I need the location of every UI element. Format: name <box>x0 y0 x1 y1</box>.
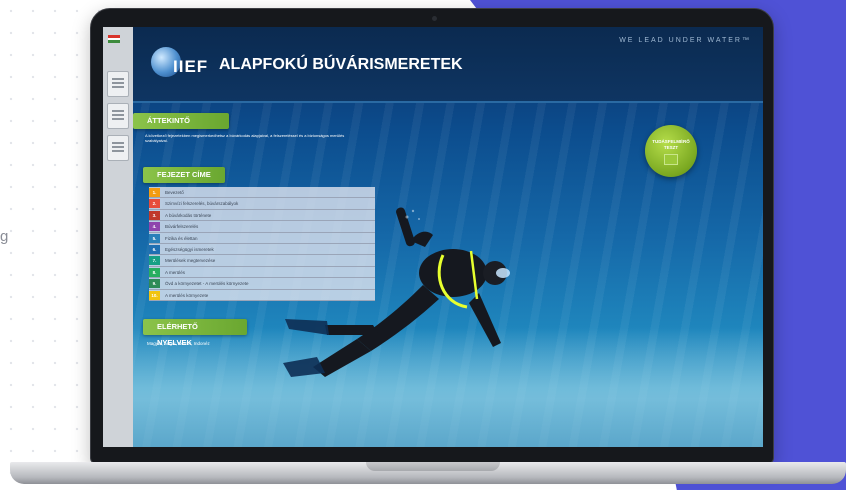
test-start-icon <box>664 154 678 165</box>
chapter-label: Óvd a környezetet - A merülés környezete <box>165 281 249 287</box>
chapter-label: Merülések megtervezése <box>165 258 216 264</box>
languages-text: Magyar, Angol, Német, Indonéz <box>147 341 210 346</box>
chapter-item-1[interactable]: 1. Bevezető <box>149 187 375 199</box>
chapter-number: 3. <box>149 210 160 220</box>
laptop-screen: WE LEAD UNDER WATER™ IIEF ALAPFOKÚ BÚVÁR… <box>103 27 763 447</box>
chapter-label: Szimvízi felszerelés, búvárszabályok <box>165 201 239 207</box>
chapter-label: A merülés környezete <box>165 292 209 298</box>
menu-button[interactable] <box>107 71 129 97</box>
chapter-number: 4. <box>149 222 160 232</box>
chapter-number: 6. <box>149 244 160 254</box>
chapters-heading: FEJEZET CÍME <box>143 167 225 183</box>
logo-text: IIEF <box>173 57 209 76</box>
course-page: WE LEAD UNDER WATER™ IIEF ALAPFOKÚ BÚVÁR… <box>133 27 763 447</box>
document-button[interactable] <box>107 103 129 129</box>
chapter-number: 1. <box>149 188 160 197</box>
laptop-frame: WE LEAD UNDER WATER™ IIEF ALAPFOKÚ BÚVÁR… <box>90 8 774 464</box>
page-title: ALAPFOKÚ BÚVÁRISMERETEK <box>219 56 463 73</box>
knowledge-test-button[interactable]: TUDÁSFELMÉRŐ TESZT <box>645 125 697 177</box>
chapter-label: Bevezető <box>165 190 184 195</box>
chapter-number: 5. <box>149 233 160 243</box>
tagline: WE LEAD UNDER WATER™ <box>619 37 751 44</box>
laptop-notch <box>366 462 500 471</box>
overview-heading: ÁTTEKINTŐ <box>133 113 229 129</box>
chapter-label: Fizika és élettan <box>165 235 198 241</box>
webcam <box>432 16 437 21</box>
hungarian-flag-icon[interactable] <box>108 35 120 43</box>
chapter-number: 10. <box>149 290 160 300</box>
languages-heading: ELÉRHETŐ NYELVEK <box>143 319 247 347</box>
test-button-label: TUDÁSFELMÉRŐ TESZT <box>652 139 690 150</box>
chapter-number: 7. <box>149 256 160 266</box>
chapter-label: A merülés <box>165 269 186 275</box>
chapter-label: Egészségügyi ismeretek <box>165 246 214 252</box>
overview-text: A következő fejezetekben megismerkedhets… <box>145 133 345 143</box>
scuba-diver-image <box>283 207 510 377</box>
notes-button[interactable] <box>107 135 129 161</box>
chapter-number: 9. <box>149 279 160 289</box>
chapter-label: A búvárkodás története <box>165 212 212 218</box>
partial-text: g <box>0 228 9 245</box>
chapter-label: Búvárfelszerelés <box>165 224 199 230</box>
chapter-number: 8. <box>149 267 160 277</box>
chapter-number: 2. <box>149 199 160 209</box>
page-header: WE LEAD UNDER WATER™ IIEF ALAPFOKÚ BÚVÁR… <box>133 27 763 103</box>
side-toolbar <box>103 27 133 447</box>
